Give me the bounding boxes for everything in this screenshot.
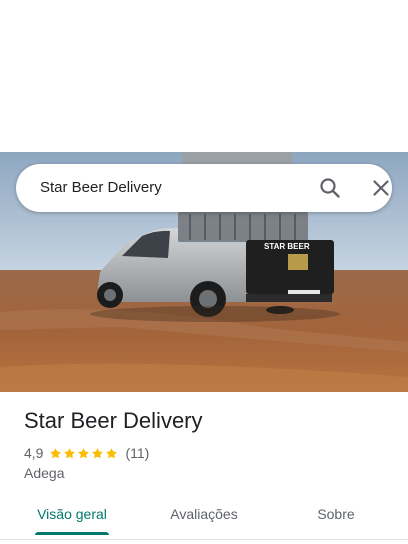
- search-icon[interactable]: [318, 176, 342, 200]
- star-icon: [64, 447, 76, 458]
- star-rating: [49, 447, 119, 460]
- close-icon[interactable]: [369, 176, 393, 200]
- star-icon: [106, 447, 118, 458]
- place-title: Star Beer Delivery: [24, 408, 203, 433]
- place-category: Adega: [24, 465, 65, 481]
- star-icon: [50, 447, 62, 458]
- tab-divider: [0, 539, 408, 540]
- rating-row[interactable]: 4,9 (11): [24, 444, 149, 462]
- tab-bar: Visão geral Avaliações Sobre: [0, 496, 408, 536]
- rating-value: 4,9: [24, 445, 44, 461]
- star-icon: [92, 447, 104, 458]
- truck-sign: STAR BEER: [264, 242, 310, 251]
- active-tab-indicator: [35, 532, 109, 535]
- tab-reviews[interactable]: Avaliações: [160, 496, 248, 532]
- tab-about[interactable]: Sobre: [306, 496, 366, 532]
- tab-overview[interactable]: Visão geral: [30, 496, 114, 532]
- search-input[interactable]: Star Beer Delivery: [40, 164, 162, 212]
- review-count[interactable]: (11): [125, 445, 149, 461]
- search-bar[interactable]: Star Beer Delivery: [16, 164, 392, 212]
- star-icon: [78, 447, 90, 458]
